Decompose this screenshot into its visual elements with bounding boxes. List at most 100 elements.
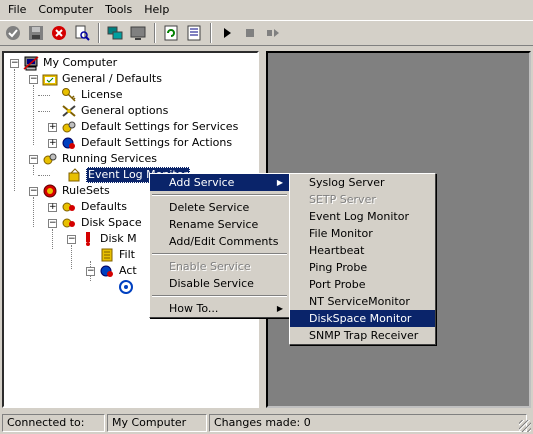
collapse-toggle[interactable]: − xyxy=(29,155,38,164)
properties-icon xyxy=(187,25,201,41)
tree-node-rulesets[interactable]: RuleSets xyxy=(42,183,111,199)
tree-node-label: Defaults xyxy=(81,200,127,213)
connect-button[interactable] xyxy=(2,22,24,44)
menu-item-delete-service[interactable]: Delete Service xyxy=(150,199,289,216)
menu-help[interactable]: Help xyxy=(138,0,175,20)
services-icon xyxy=(61,119,77,135)
tree-node-label: General options xyxy=(81,104,169,117)
tree-node-label: RuleSets xyxy=(62,184,110,197)
collapse-toggle[interactable]: − xyxy=(29,75,38,84)
submenu-item-event-log-monitor[interactable]: Event Log Monitor xyxy=(290,208,435,225)
computer-icon xyxy=(23,55,39,71)
tree-node-label: License xyxy=(81,88,123,101)
network-icon xyxy=(107,26,123,40)
cancel-button[interactable] xyxy=(48,22,70,44)
menu-item-add-service[interactable]: Add Service ▶ xyxy=(150,174,289,191)
tree-node-running-services[interactable]: Running Services xyxy=(42,151,158,167)
pause-icon xyxy=(267,29,279,37)
tree-node-disk-monitor-rule[interactable]: Disk M xyxy=(80,231,138,247)
save-button[interactable] xyxy=(25,22,47,44)
menu-item-label: Enable Service xyxy=(169,260,251,273)
submenu-arrow-icon: ▶ xyxy=(276,304,283,313)
find-icon xyxy=(75,25,90,41)
menu-item-label: NT ServiceMonitor xyxy=(309,295,410,308)
actions-icon xyxy=(61,135,77,151)
refresh-icon xyxy=(164,25,178,41)
collapse-toggle[interactable]: − xyxy=(86,267,95,276)
play-icon xyxy=(224,28,231,38)
network-button[interactable] xyxy=(104,22,126,44)
toolbar-separator xyxy=(210,23,212,43)
tree-node-general-defaults[interactable]: General / Defaults xyxy=(42,71,163,87)
filter-icon xyxy=(99,247,115,263)
menu-computer[interactable]: Computer xyxy=(32,0,99,20)
tree-node-general-options[interactable]: General options xyxy=(61,103,169,119)
ruleset-icon xyxy=(61,215,77,231)
tree-node-label: Default Settings for Actions xyxy=(81,136,233,149)
expand-toggle[interactable]: + xyxy=(48,203,57,212)
collapse-toggle[interactable]: − xyxy=(48,219,57,228)
tree-connector xyxy=(38,111,50,112)
menu-tools[interactable]: Tools xyxy=(99,0,138,20)
tree-node-disk-space[interactable]: Disk Space xyxy=(61,215,143,231)
tree-node-my-computer[interactable]: My Computer xyxy=(23,55,118,71)
key-icon xyxy=(61,87,77,103)
find-button[interactable] xyxy=(71,22,93,44)
tree-node-action-item[interactable] xyxy=(118,279,137,295)
monitor-button[interactable] xyxy=(127,22,149,44)
tree-node-label: Running Services xyxy=(62,152,157,165)
status-changes: Changes made: 0 xyxy=(209,413,527,432)
context-menu: Add Service ▶ Delete Service Rename Serv… xyxy=(149,173,290,318)
tree-node-defaults[interactable]: Defaults xyxy=(61,199,128,215)
refresh-button[interactable] xyxy=(160,22,182,44)
properties-button[interactable] xyxy=(183,22,205,44)
menu-item-rename-service[interactable]: Rename Service xyxy=(150,216,289,233)
menu-item-label: Disable Service xyxy=(169,277,254,290)
pause-button[interactable] xyxy=(262,22,284,44)
tree-node-label: Filt xyxy=(119,248,135,261)
stop-button[interactable] xyxy=(239,22,261,44)
tree-node-filter[interactable]: Filt xyxy=(99,247,136,263)
collapse-toggle[interactable]: − xyxy=(29,187,38,196)
tree-node-default-services[interactable]: Default Settings for Services xyxy=(61,119,239,135)
tree-connector xyxy=(71,245,72,269)
stop-icon xyxy=(246,29,254,37)
tree-connector xyxy=(33,165,34,175)
tree-node-default-actions[interactable]: Default Settings for Actions xyxy=(61,135,233,151)
toolbar-separator xyxy=(98,23,100,43)
collapse-toggle[interactable]: − xyxy=(10,59,19,68)
collapse-toggle[interactable]: − xyxy=(67,235,76,244)
submenu-item-port-probe[interactable]: Port Probe xyxy=(290,276,435,293)
expand-toggle[interactable]: + xyxy=(48,139,57,148)
menu-item-label: DiskSpace Monitor xyxy=(309,312,412,325)
settings-icon xyxy=(61,103,77,119)
submenu-item-snmp-trap-receiver[interactable]: SNMP Trap Receiver xyxy=(290,327,435,344)
menu-item-label: Rename Service xyxy=(169,218,259,231)
submenu-item-syslog-server[interactable]: Syslog Server xyxy=(290,174,435,191)
menu-item-how-to[interactable]: How To... ▶ xyxy=(150,300,289,317)
tree-node-label: Disk Space xyxy=(81,216,142,229)
connect-icon xyxy=(6,26,20,40)
toolbar-separator xyxy=(154,23,156,43)
tree-node-license[interactable]: License xyxy=(61,87,123,103)
menu-item-add-edit-comments[interactable]: Add/Edit Comments xyxy=(150,233,289,250)
submenu-item-file-monitor[interactable]: File Monitor xyxy=(290,225,435,242)
resize-grip[interactable] xyxy=(519,420,531,432)
expand-toggle[interactable]: + xyxy=(48,123,57,132)
status-bar: Connected to: My Computer Changes made: … xyxy=(0,411,533,434)
submenu-item-heartbeat[interactable]: Heartbeat xyxy=(290,242,435,259)
tree-node-actions[interactable]: Act xyxy=(99,263,138,279)
submenu-item-diskspace-monitor[interactable]: DiskSpace Monitor xyxy=(290,310,435,327)
menu-item-label: Heartbeat xyxy=(309,244,365,257)
submenu-item-ping-probe[interactable]: Ping Probe xyxy=(290,259,435,276)
tree-node-label: Default Settings for Services xyxy=(81,120,239,133)
menu-item-enable-service: Enable Service xyxy=(150,258,289,275)
menu-item-disable-service[interactable]: Disable Service xyxy=(150,275,289,292)
folder-icon xyxy=(42,71,58,87)
menu-item-label: How To... xyxy=(169,302,219,315)
menu-file[interactable]: File xyxy=(2,0,32,20)
menu-item-label: Port Probe xyxy=(309,278,366,291)
play-button[interactable] xyxy=(216,22,238,44)
menu-item-label: SNMP Trap Receiver xyxy=(309,329,419,342)
submenu-item-nt-service-monitor[interactable]: NT ServiceMonitor xyxy=(290,293,435,310)
